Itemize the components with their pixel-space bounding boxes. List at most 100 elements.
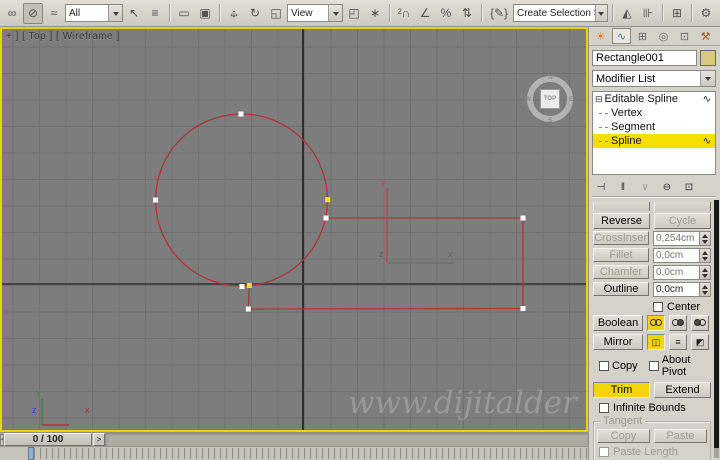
outline-button[interactable]: Outline (593, 282, 649, 296)
make-unique-icon[interactable]: ∨ (636, 180, 654, 195)
mirror-vertical-icon[interactable]: ≡ (669, 334, 687, 350)
viewcube-top-face[interactable]: TOP (540, 89, 560, 109)
object-name-field[interactable]: Rectangle001 (592, 50, 697, 66)
hierarchy-tab-icon[interactable]: ⊞ (633, 28, 652, 44)
rectangle-spline[interactable] (247, 217, 524, 310)
stack-row-editable-spline[interactable]: ⊟ Editable Spline ∿ (593, 92, 715, 106)
named-selection-sets-dropdown[interactable]: Create Selection Se (513, 4, 608, 22)
vertex-handle[interactable] (520, 215, 526, 221)
use-pivot-point-center-icon[interactable]: ◰ (344, 3, 364, 24)
panel-scrollbar[interactable] (714, 200, 719, 458)
vertex-handle[interactable] (323, 215, 329, 221)
select-and-rotate-icon[interactable]: ↻ (245, 3, 265, 24)
time-slider-handle[interactable]: 0 / 100 (4, 433, 92, 446)
manage-layers-icon[interactable]: ⊞ (667, 3, 687, 24)
utilities-tab-icon[interactable]: ⚒ (696, 28, 715, 44)
outline-value-field[interactable]: 0,0cm (653, 282, 700, 297)
infinite-bounds-checkbox[interactable] (599, 403, 609, 413)
tangent-paste-button[interactable]: Paste (654, 429, 707, 443)
spinner-arrows-icon[interactable] (700, 265, 711, 280)
angle-snap-toggle-icon[interactable]: ∠ (415, 3, 435, 24)
circle-spline[interactable] (154, 113, 329, 287)
boolean-subtraction-icon[interactable] (669, 315, 687, 331)
render-setup-icon[interactable]: ⚙ (696, 3, 716, 24)
viewport-top[interactable]: y z x y z x + ] [Top] [Wireframe] ww… (0, 27, 588, 432)
select-and-uniform-scale-icon[interactable]: ◱ (266, 3, 286, 24)
mirror-horizontal-icon[interactable]: ◫ (647, 334, 665, 350)
panel-scrollbar-thumb[interactable] (714, 200, 719, 448)
vertex-handle[interactable] (245, 306, 251, 312)
viewcube-east-label: E (569, 96, 574, 103)
object-color-swatch[interactable] (700, 50, 716, 66)
paste-length-checkbox[interactable] (599, 447, 609, 457)
vertex-handle[interactable] (238, 111, 244, 117)
selection-filter-dropdown[interactable]: All (65, 4, 123, 22)
copy-checkbox[interactable] (599, 361, 609, 371)
modify-tab-icon[interactable]: ∿ (612, 28, 631, 44)
select-and-manipulate-icon[interactable]: ∗ (365, 3, 385, 24)
select-object-icon[interactable]: ↖ (124, 3, 144, 24)
vertex-handle-selected[interactable] (325, 197, 331, 203)
collapse-icon[interactable]: ⊟ (595, 94, 603, 105)
snaps-toggle-icon[interactable]: ²∩ (394, 3, 414, 24)
cycle-button[interactable]: Cycle (654, 213, 711, 229)
viewport-canvas[interactable]: y z x y z x (2, 29, 586, 430)
fillet-value-field[interactable]: 0,0cm (653, 248, 700, 263)
rectangular-selection-region-icon[interactable]: ▭ (174, 3, 194, 24)
clipped-button[interactable] (593, 202, 650, 211)
crossinsert-value-field[interactable]: 0,254cm (653, 231, 700, 246)
vertex-handle[interactable] (153, 197, 158, 203)
stack-row-spline-selected[interactable]: Spline ∿ (593, 134, 715, 148)
about-pivot-checkbox[interactable] (648, 361, 659, 371)
chamfer-value-field[interactable]: 0,0cm (653, 265, 700, 280)
spinner-snap-toggle-icon[interactable]: ⇅ (457, 3, 477, 24)
display-tab-icon[interactable]: ⊡ (675, 28, 694, 44)
align-tool-icon[interactable]: ⊪ (638, 3, 658, 24)
tangent-copy-button[interactable]: Copy (597, 429, 650, 443)
stack-row-vertex[interactable]: Vertex (593, 106, 715, 120)
spinner-arrows-icon[interactable] (700, 231, 711, 246)
spinner-arrows-icon[interactable] (700, 248, 711, 263)
show-end-result-icon[interactable]: ‖ (614, 180, 632, 195)
current-frame-marker[interactable] (28, 447, 34, 460)
boolean-button[interactable]: Boolean (593, 315, 643, 331)
boolean-intersection-icon[interactable] (691, 315, 709, 331)
viewcube[interactable]: TOP N S W E (525, 74, 574, 124)
reference-coordinate-system-dropdown[interactable]: View (287, 4, 343, 22)
configure-modifier-sets-icon[interactable]: ⊡ (680, 180, 698, 195)
viewport-label[interactable]: + ] [ Top ] [ Wireframe ] (6, 31, 120, 42)
crossinsert-button[interactable]: CrossInsert (593, 231, 649, 245)
vertex-handle-selected[interactable] (246, 283, 252, 288)
center-checkbox[interactable] (653, 302, 663, 312)
select-and-move-icon[interactable]: ↔ ↕ (224, 3, 244, 24)
window-crossing-icon[interactable]: ▣ (195, 3, 215, 24)
percent-snap-toggle-icon[interactable]: % (436, 3, 456, 24)
edit-named-selection-sets-icon[interactable]: {✎} (486, 3, 512, 24)
chamfer-button[interactable]: Chamfer (593, 265, 649, 279)
select-by-name-icon[interactable]: ≡ (145, 3, 165, 24)
stack-row-segment[interactable]: Segment (593, 120, 715, 134)
create-tab-icon[interactable]: ☀ (591, 28, 610, 44)
track-bar[interactable] (0, 446, 588, 460)
vertex-handle[interactable] (520, 306, 526, 311)
motion-tab-icon[interactable]: ◎ (654, 28, 673, 44)
next-frame-button[interactable]: > (93, 433, 105, 446)
remove-modifier-icon[interactable]: ⊖ (658, 180, 676, 195)
pin-stack-icon[interactable]: ⊣ (592, 180, 610, 195)
clipped-button[interactable] (654, 202, 711, 211)
fillet-button[interactable]: Fillet (593, 248, 649, 262)
select-and-link-icon[interactable]: ∞ (2, 3, 22, 24)
reverse-button[interactable]: Reverse (593, 213, 650, 229)
mirror-both-icon[interactable]: ◩ (691, 334, 709, 350)
vertex-handle[interactable] (239, 284, 245, 289)
modifier-list-dropdown[interactable]: Modifier List (592, 70, 716, 87)
spinner-arrows-icon[interactable] (700, 282, 711, 297)
extend-button[interactable]: Extend (654, 382, 711, 398)
unlink-selection-icon[interactable]: ⊘ (23, 2, 43, 24)
bind-to-space-warp-icon[interactable]: ≈ (44, 3, 64, 24)
trim-button[interactable]: Trim (593, 382, 650, 398)
time-slider-track[interactable] (105, 433, 588, 446)
boolean-union-icon[interactable] (647, 315, 665, 331)
mirror-button[interactable]: Mirror (593, 334, 643, 350)
mirror-tool-icon[interactable]: ◭ (617, 3, 637, 24)
